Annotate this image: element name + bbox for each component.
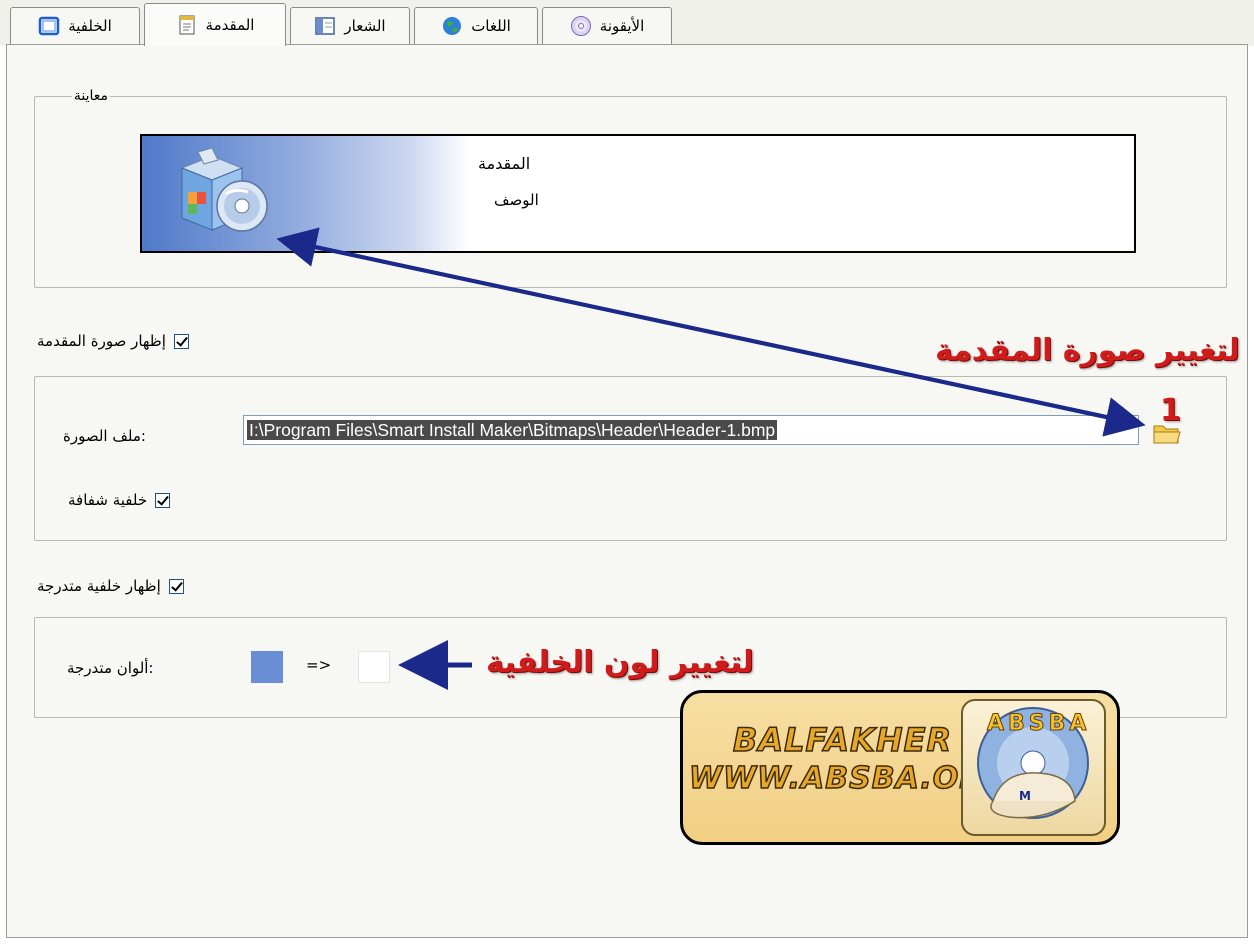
transparent-background-label: خلفية شفافة: [68, 491, 148, 509]
checkbox-box: [168, 578, 184, 594]
window-icon: [38, 15, 60, 37]
show-header-image-label: إظهار صورة المقدمة: [37, 332, 166, 350]
tab-label: الخلفية: [68, 17, 112, 35]
gradient-color-to-swatch[interactable]: [358, 651, 390, 683]
gradient-color-from-swatch[interactable]: [251, 651, 283, 683]
image-file-label: :ملف الصورة: [63, 427, 146, 445]
gradient-colors-label: :ألوان متدرجة: [67, 659, 154, 677]
show-gradient-label: إظهار خلفية متدرجة: [37, 577, 161, 595]
header-image-group: [34, 376, 1227, 541]
preview-title: المقدمة: [478, 154, 531, 173]
tab-label: المقدمة: [205, 16, 255, 34]
tab-bar: الخلفية المقدمة الشعار اللغات الأيقونة: [0, 0, 1254, 46]
notepad-icon: [176, 14, 198, 36]
tab-icon[interactable]: الأيقونة: [542, 7, 672, 44]
checkbox-box: [173, 333, 189, 349]
annotation-marker-number: 1: [1160, 393, 1181, 428]
tab-label: اللغات: [471, 17, 511, 35]
panel-icon: [314, 15, 336, 37]
show-header-image-checkbox[interactable]: إظهار صورة المقدمة: [37, 332, 189, 350]
installer-box-icon: [172, 147, 282, 240]
cap-letter: M: [1019, 789, 1031, 803]
gradient-arrow: =>: [306, 656, 332, 674]
badge-letters: ABSBA: [986, 711, 1091, 737]
cd-icon: [570, 15, 592, 37]
tab-panel: معاينة المقدمة الوصف إظهار صورة المقدمة: [6, 44, 1248, 938]
checkbox-box: [155, 492, 171, 508]
show-gradient-checkbox[interactable]: إظهار خلفية متدرجة: [37, 577, 184, 595]
tab-label: الشعار: [344, 17, 386, 35]
image-file-selected-text: I:\Program Files\Smart Install Maker\Bit…: [247, 420, 778, 440]
tab-languages[interactable]: اللغات: [414, 7, 538, 44]
preview-banner: المقدمة الوصف: [140, 134, 1136, 253]
annotation-change-background-color: لتغيير لون الخلفية: [486, 645, 754, 680]
annotation-change-header-image: لتغيير صورة المقدمة: [935, 333, 1240, 368]
preview-description: الوصف: [494, 191, 539, 209]
absba-logo: BALFAKHER WWW.ABSBA.ORG ABSBA M: [680, 690, 1120, 845]
logo-badge: ABSBA M: [961, 699, 1106, 836]
transparent-background-checkbox[interactable]: خلفية شفافة: [68, 491, 171, 509]
tab-background[interactable]: الخلفية: [10, 7, 140, 44]
tab-label: الأيقونة: [599, 17, 645, 35]
tab-logo[interactable]: الشعار: [290, 7, 410, 44]
logo-line-1: BALFAKHER: [732, 720, 953, 760]
globe-icon: [441, 15, 463, 37]
tab-header[interactable]: المقدمة: [144, 3, 286, 46]
preview-legend: معاينة: [71, 88, 110, 104]
